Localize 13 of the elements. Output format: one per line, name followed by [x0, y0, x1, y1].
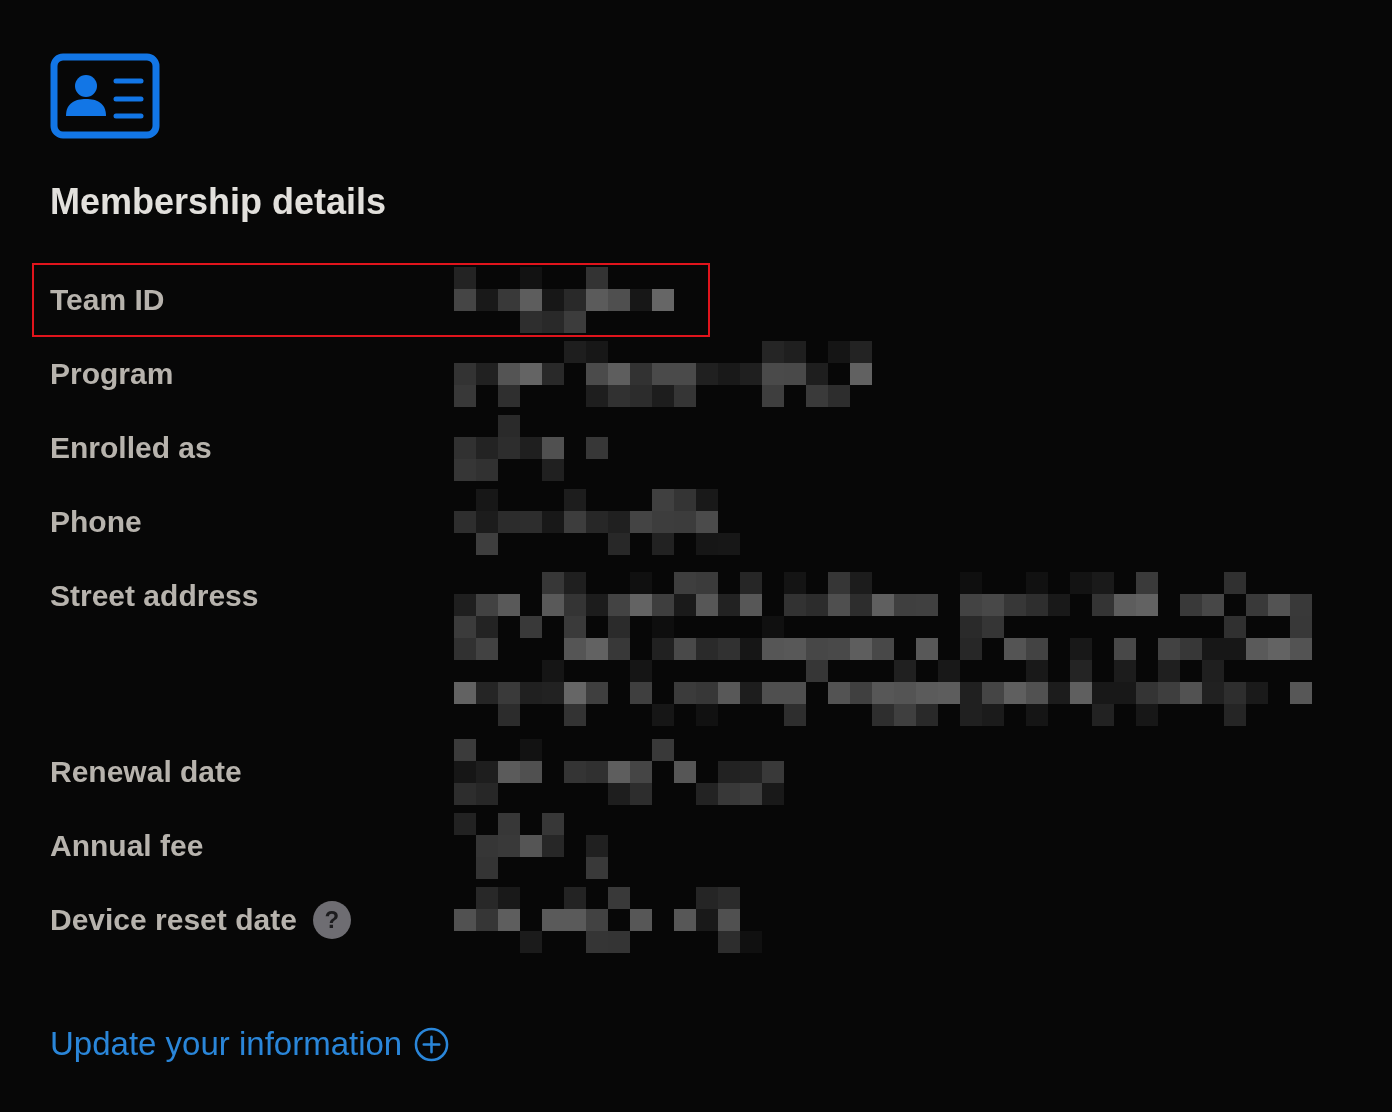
field-label: Renewal date [50, 754, 242, 790]
field-label: Device reset date [50, 902, 297, 938]
field-label: Team ID [50, 282, 165, 318]
id-card-icon [50, 53, 160, 139]
section-title: Membership details [50, 180, 387, 224]
field-label: Phone [50, 504, 142, 540]
help-button[interactable]: ? [312, 901, 351, 939]
field-label: Annual fee [50, 828, 204, 864]
field-label: Enrolled as [50, 430, 212, 466]
plus-circle-icon [414, 1026, 450, 1062]
update-information-link[interactable]: Update your information [50, 1023, 450, 1065]
field-label: Program [50, 356, 174, 392]
field-label: Street address [50, 578, 259, 614]
